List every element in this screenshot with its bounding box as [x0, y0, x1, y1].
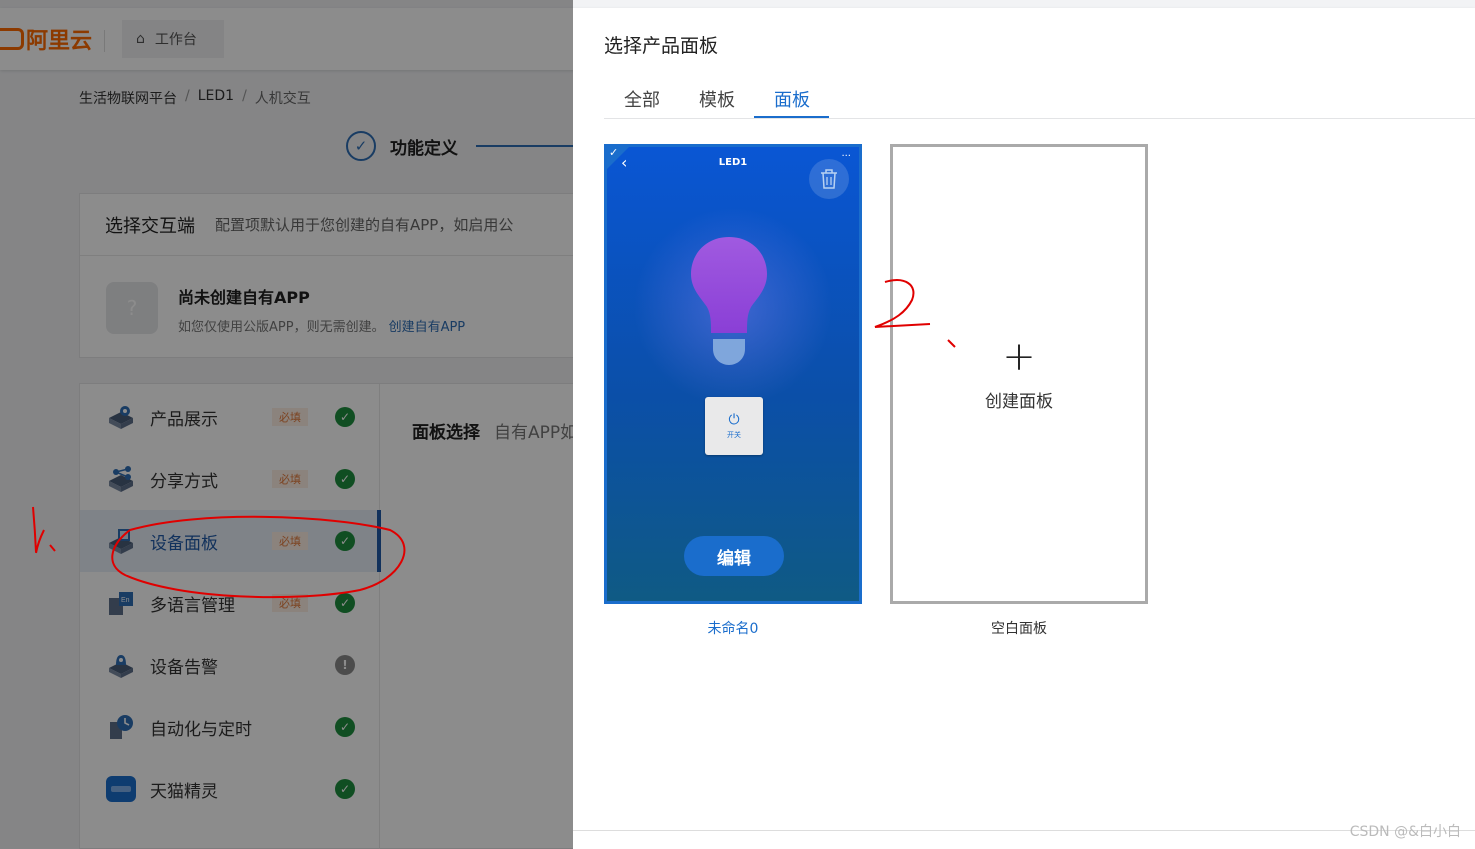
create-panel-label: 创建面板 — [985, 391, 1053, 412]
delete-panel-button[interactable] — [809, 159, 849, 199]
panel-tabs: 全部 模板 面板 — [604, 82, 1475, 119]
trash-icon — [821, 169, 837, 189]
tab-template[interactable]: 模板 — [699, 86, 735, 112]
edit-panel-button[interactable]: 编辑 — [684, 536, 784, 576]
power-icon: ⏻ — [728, 411, 740, 428]
drawer-footer-divider — [573, 830, 1475, 831]
create-panel-card[interactable]: + 创建面板 — [890, 144, 1148, 604]
active-tab-indicator — [754, 116, 829, 118]
select-panel-drawer: 选择产品面板 全部 模板 面板 ✓ ‹ LED1 ··· ⏻ 开关 编辑 未命名… — [573, 8, 1475, 849]
power-switch-button[interactable]: ⏻ 开关 — [705, 397, 763, 455]
switch-label: 开关 — [727, 430, 741, 439]
tab-all[interactable]: 全部 — [624, 86, 660, 112]
tab-panel[interactable]: 面板 — [774, 86, 810, 112]
panel-caption-unnamed0[interactable]: 未命名0 — [604, 618, 862, 638]
more-icon: ··· — [841, 151, 851, 162]
plus-icon: + — [1002, 333, 1036, 380]
modal-overlay[interactable] — [0, 0, 573, 849]
light-bulb-icon — [691, 237, 767, 365]
panel-card-unnamed0[interactable]: ✓ ‹ LED1 ··· ⏻ 开关 编辑 — [604, 144, 862, 604]
panel-caption-blank: 空白面板 — [991, 621, 1047, 637]
drawer-title: 选择产品面板 — [604, 35, 719, 57]
csdn-watermark: CSDN @&白小白 — [1349, 824, 1461, 840]
